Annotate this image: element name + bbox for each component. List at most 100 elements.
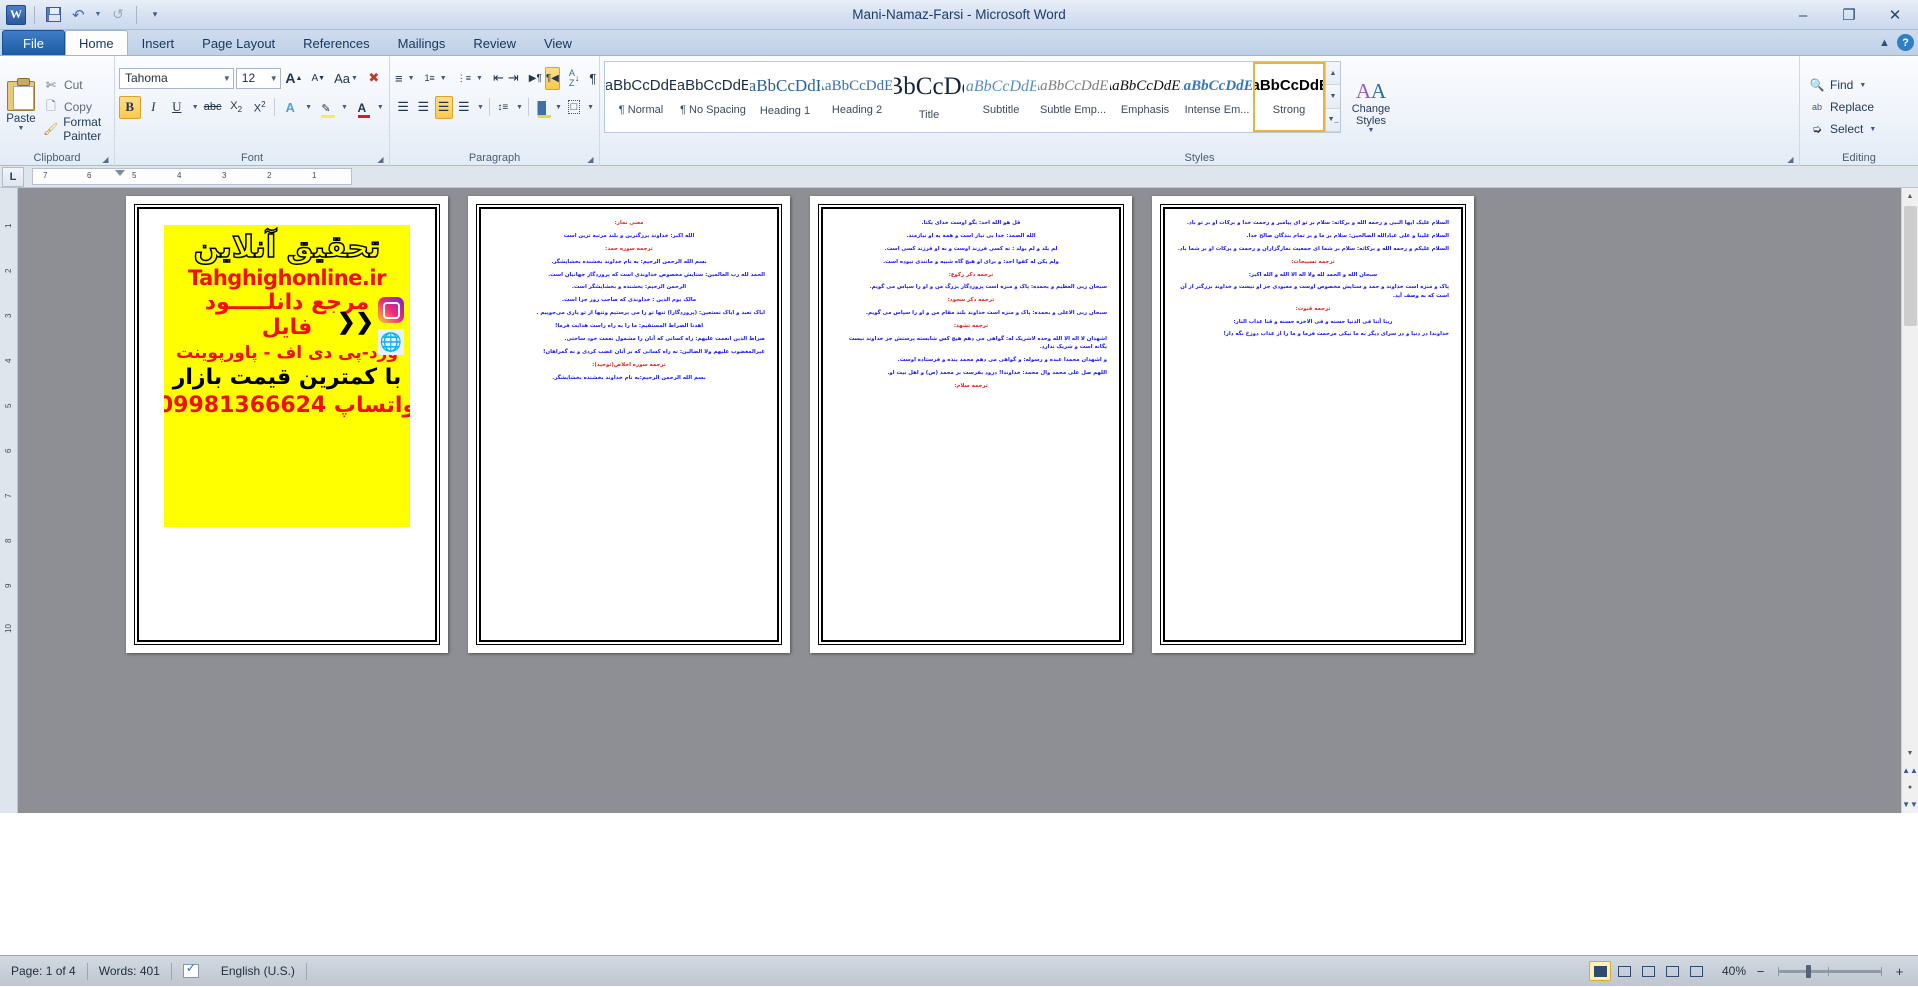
underline-button[interactable]: U bbox=[166, 96, 188, 119]
align-right-icon[interactable]: ☰ bbox=[435, 96, 453, 119]
style-subtle-emphasis[interactable]: AaBbCcDdEe Subtle Emp... bbox=[1037, 62, 1109, 132]
previous-page-icon[interactable]: ▲▲ bbox=[1902, 762, 1918, 779]
vertical-ruler[interactable]: 1 2 3 4 5 6 7 8 9 10 bbox=[0, 188, 18, 813]
select-browse-object-icon[interactable]: ● bbox=[1902, 779, 1918, 796]
save-icon[interactable] bbox=[43, 5, 63, 25]
minimize-button[interactable]: – bbox=[1780, 0, 1826, 30]
styles-dialog-launcher-icon[interactable]: ◢ bbox=[1785, 154, 1796, 165]
language-indicator[interactable]: English (U.S.) bbox=[210, 956, 306, 987]
font-color-dropdown-icon[interactable]: ▼ bbox=[375, 96, 385, 119]
shading-icon[interactable]: █ bbox=[533, 96, 551, 119]
style-title[interactable]: AaBbCcDdEe Title bbox=[893, 62, 965, 132]
borders-dropdown-icon[interactable]: ▼ bbox=[585, 96, 595, 119]
multilevel-list-icon[interactable]: ⋮≡ bbox=[456, 67, 472, 90]
select-button[interactable]: ➭ Select ▼ bbox=[1804, 118, 1881, 140]
zoom-slider[interactable] bbox=[1778, 970, 1882, 973]
change-styles-button[interactable]: AA Change Styles ▼ bbox=[1341, 59, 1401, 151]
view-draft-icon[interactable] bbox=[1685, 961, 1707, 981]
find-button[interactable]: 🔍 Find ▼ bbox=[1804, 74, 1881, 96]
cut-button[interactable]: ✄ Cut bbox=[38, 74, 110, 96]
document-page-3[interactable]: قل هو الله احد: بگو اوست خدای یکتا. الله… bbox=[810, 196, 1132, 653]
document-page-1[interactable]: تحقیق آنلاین Tahghighonline.ir مرجع دانل… bbox=[126, 196, 448, 653]
style-no-spacing[interactable]: AaBbCcDdEe ¶ No Spacing bbox=[677, 62, 749, 132]
shrink-font-button[interactable]: A▼ bbox=[307, 67, 329, 90]
grow-font-button[interactable]: A▲ bbox=[283, 67, 305, 90]
view-full-screen-reading-icon[interactable] bbox=[1613, 961, 1635, 981]
gallery-scroll-up-icon[interactable]: ▲ bbox=[1326, 62, 1340, 85]
highlight-dropdown-icon[interactable]: ▼ bbox=[339, 96, 349, 119]
zoom-level[interactable]: 40% bbox=[1708, 964, 1752, 978]
format-painter-button[interactable]: 🖌 Format Painter bbox=[38, 118, 110, 140]
line-spacing-icon[interactable]: ↕≡ bbox=[494, 96, 512, 119]
borders-icon[interactable]: □ bbox=[565, 96, 583, 119]
style-heading-1[interactable]: AaBbCcDdEe Heading 1 bbox=[749, 62, 821, 132]
superscript-button[interactable]: X2 bbox=[249, 96, 271, 119]
restore-button[interactable]: ❐ bbox=[1826, 0, 1872, 30]
line-spacing-dropdown-icon[interactable]: ▼ bbox=[514, 96, 524, 119]
indent-marker[interactable] bbox=[115, 170, 125, 176]
style-heading-2[interactable]: AaBbCcDdEe Heading 2 bbox=[821, 62, 893, 132]
strikethrough-button[interactable]: abc bbox=[202, 96, 224, 119]
bullets-icon[interactable]: ≡ bbox=[394, 67, 404, 90]
gallery-scroll-down-icon[interactable]: ▼ bbox=[1326, 85, 1340, 108]
document-page-4[interactable]: السلام علیک ایها النبی و رحمه الله و برک… bbox=[1152, 196, 1474, 653]
justify-icon[interactable]: ☰ bbox=[455, 96, 473, 119]
view-web-layout-icon[interactable] bbox=[1637, 961, 1659, 981]
decrease-indent-icon[interactable]: ⇤ bbox=[492, 67, 505, 90]
word-count[interactable]: Words: 401 bbox=[88, 956, 171, 987]
style-intense-emphasis[interactable]: AaBbCcDdEe Intense Em... bbox=[1181, 62, 1253, 132]
zoom-in-button[interactable]: + bbox=[1891, 963, 1908, 980]
minimize-ribbon-icon[interactable]: ▲ bbox=[1876, 34, 1893, 51]
align-center-icon[interactable]: ☰ bbox=[414, 96, 432, 119]
tab-stop-selector[interactable]: L bbox=[2, 167, 24, 187]
align-left-icon[interactable]: ☰ bbox=[394, 96, 412, 119]
vertical-scrollbar[interactable]: ▲ ▼ ▲▲ ● ▼▼ bbox=[1901, 188, 1918, 813]
zoom-slider-thumb[interactable] bbox=[1806, 965, 1811, 978]
font-size-combo[interactable]: 12 ▼ bbox=[236, 68, 281, 89]
zoom-out-button[interactable]: − bbox=[1752, 963, 1769, 980]
word-logo-icon[interactable]: W bbox=[6, 5, 26, 25]
increase-indent-icon[interactable]: ⇥ bbox=[507, 67, 520, 90]
rtl-paragraph-icon[interactable]: ¶◀ bbox=[545, 67, 560, 90]
help-icon[interactable]: ? bbox=[1897, 34, 1914, 51]
tab-review[interactable]: Review bbox=[459, 31, 530, 55]
close-button[interactable]: ✕ bbox=[1872, 0, 1918, 30]
multilevel-dropdown-icon[interactable]: ▼ bbox=[474, 67, 484, 90]
text-effects-button[interactable]: A bbox=[279, 96, 301, 119]
scroll-up-icon[interactable]: ▲ bbox=[1902, 188, 1918, 205]
gallery-more-icon[interactable]: ▼_ bbox=[1326, 109, 1340, 132]
quick-access-toolbar[interactable]: W ↷ ▼ ↺ ▾ bbox=[0, 5, 165, 25]
redo-icon[interactable]: ↺ bbox=[108, 5, 128, 25]
customize-qat-icon[interactable]: ▾ bbox=[145, 5, 165, 25]
scroll-down-icon[interactable]: ▼ bbox=[1902, 745, 1918, 762]
view-print-layout-icon[interactable] bbox=[1589, 961, 1611, 981]
undo-dropdown-icon[interactable]: ▼ bbox=[93, 5, 103, 25]
tab-file[interactable]: File bbox=[2, 30, 65, 55]
paste-button[interactable]: Paste ▼ bbox=[4, 59, 38, 151]
subscript-button[interactable]: X2 bbox=[225, 96, 247, 119]
font-color-button[interactable]: A bbox=[351, 96, 373, 119]
tab-insert[interactable]: Insert bbox=[128, 31, 189, 55]
change-case-button[interactable]: Aa▼ bbox=[331, 67, 360, 90]
sort-icon[interactable]: AZ↓ bbox=[568, 67, 581, 90]
text-effects-dropdown-icon[interactable]: ▼ bbox=[303, 96, 313, 119]
undo-icon[interactable]: ↷ bbox=[68, 5, 88, 25]
bullets-dropdown-icon[interactable]: ▼ bbox=[406, 67, 416, 90]
proofing-status[interactable] bbox=[172, 956, 210, 987]
style-normal[interactable]: AaBbCcDdEe ¶ Normal bbox=[605, 62, 677, 132]
tab-mailings[interactable]: Mailings bbox=[384, 31, 460, 55]
scrollbar-thumb[interactable] bbox=[1904, 206, 1917, 326]
tab-home[interactable]: Home bbox=[65, 30, 128, 55]
style-subtitle[interactable]: AaBbCcDdEe Subtitle bbox=[965, 62, 1037, 132]
show-formatting-marks-icon[interactable]: ¶ bbox=[588, 67, 597, 90]
highlight-button[interactable]: ✎ bbox=[315, 96, 337, 119]
underline-dropdown-icon[interactable]: ▼ bbox=[190, 96, 200, 119]
justify-dropdown-icon[interactable]: ▼ bbox=[475, 96, 485, 119]
clipboard-dialog-launcher-icon[interactable]: ◢ bbox=[100, 154, 111, 165]
font-dialog-launcher-icon[interactable]: ◢ bbox=[375, 154, 386, 165]
style-strong[interactable]: AaBbCcDdEe Strong bbox=[1253, 62, 1325, 132]
styles-gallery-scrollbar[interactable]: ▲ ▼ ▼_ bbox=[1325, 62, 1340, 132]
next-page-icon[interactable]: ▼▼ bbox=[1902, 796, 1918, 813]
font-name-combo[interactable]: Tahoma ▼ bbox=[119, 68, 234, 89]
horizontal-ruler[interactable]: 7 6 5 4 3 2 1 bbox=[32, 168, 352, 185]
